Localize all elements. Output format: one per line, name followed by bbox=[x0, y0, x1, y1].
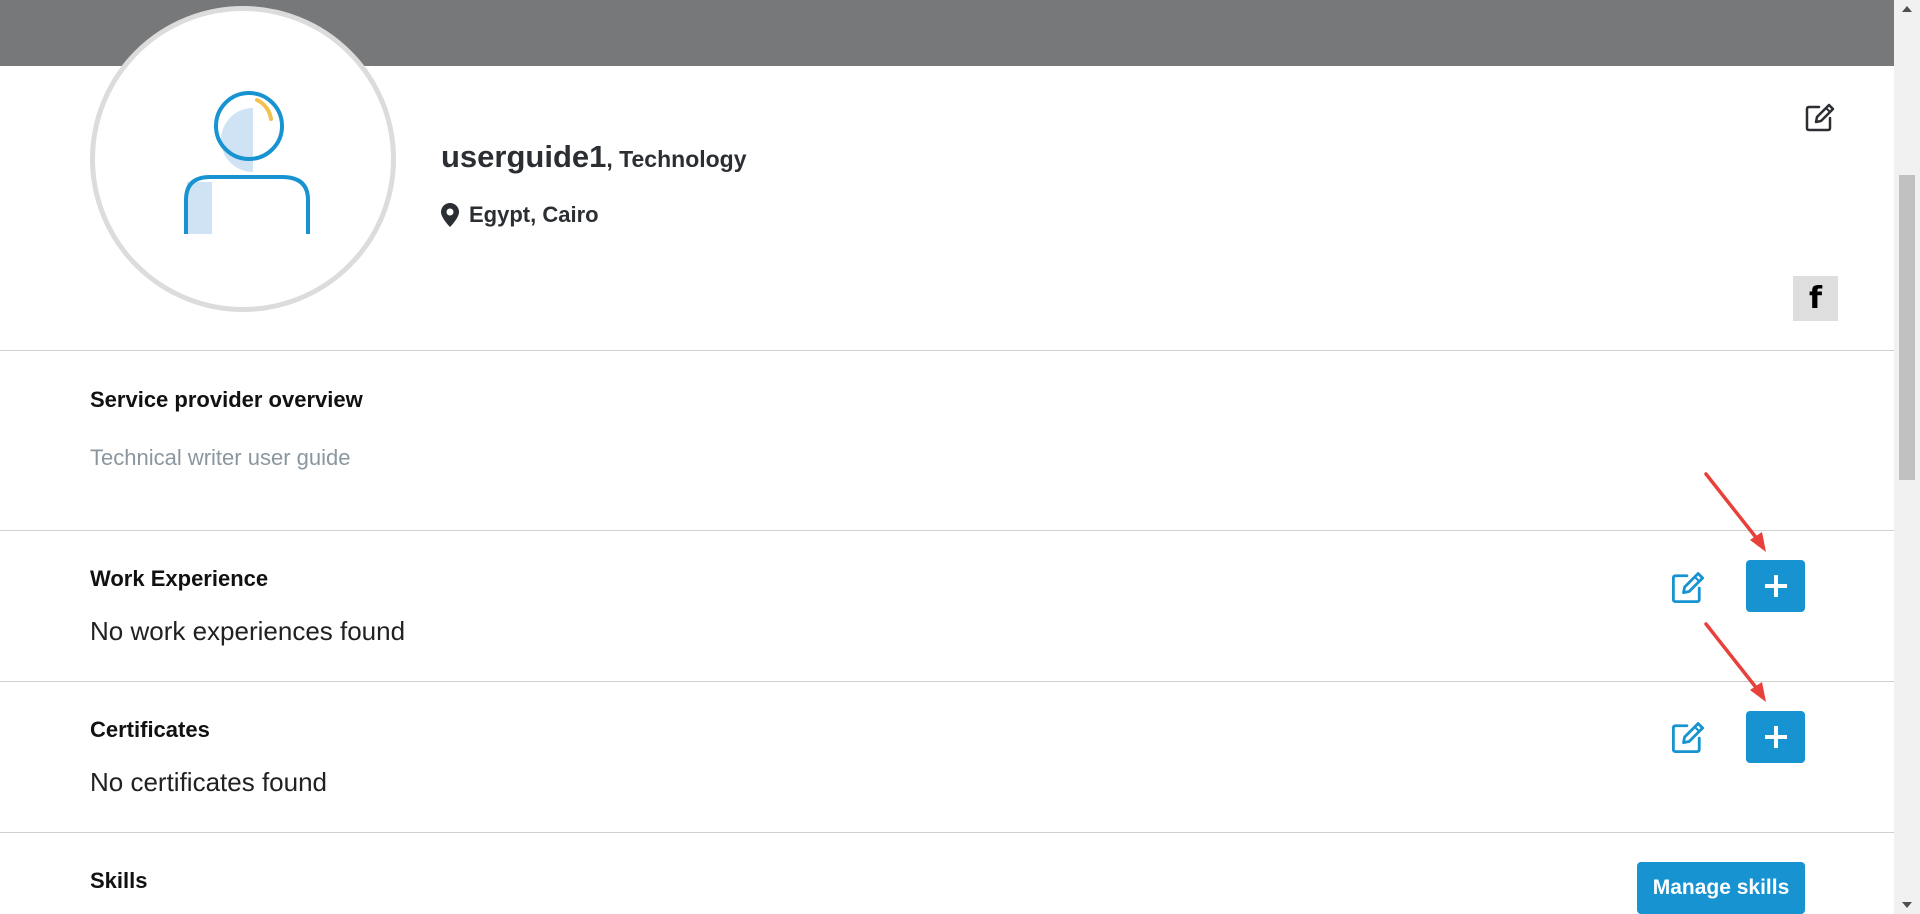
location: Egypt, Cairo bbox=[441, 202, 599, 228]
overview-text: Technical writer user guide bbox=[90, 445, 351, 470]
skills-title: Skills bbox=[90, 868, 148, 893]
profile-page: userguide1, Technology Egypt, Cairo f Se… bbox=[0, 0, 1894, 914]
certificates-empty-text: No certificates found bbox=[90, 767, 328, 797]
edit-profile-button[interactable] bbox=[1804, 101, 1836, 133]
add-certificate-button[interactable] bbox=[1746, 711, 1805, 763]
annotation-arrow bbox=[1704, 472, 1766, 552]
caret-down-icon bbox=[1902, 902, 1912, 908]
profile-heading: userguide1, Technology bbox=[441, 139, 747, 175]
edit-icon bbox=[1805, 103, 1835, 132]
caret-up-icon bbox=[1902, 6, 1912, 12]
scrollbar-thumb[interactable] bbox=[1899, 175, 1915, 480]
divider bbox=[0, 350, 1894, 351]
divider bbox=[0, 530, 1894, 531]
username: userguide1 bbox=[441, 139, 607, 174]
work-experience-empty-text: No work experiences found bbox=[90, 616, 406, 646]
facebook-icon: f bbox=[1808, 281, 1823, 316]
edit-icon bbox=[1671, 572, 1705, 604]
sector: , Technology bbox=[606, 146, 747, 172]
vertical-scrollbar[interactable] bbox=[1894, 0, 1920, 914]
user-placeholder-icon bbox=[184, 91, 310, 234]
add-work-experience-button[interactable] bbox=[1746, 560, 1805, 612]
edit-certificates-button[interactable] bbox=[1669, 718, 1707, 756]
edit-work-experience-button[interactable] bbox=[1669, 568, 1707, 606]
manage-skills-button[interactable]: Manage skills bbox=[1637, 862, 1805, 914]
scroll-up-button[interactable] bbox=[1894, 0, 1920, 18]
scroll-down-button[interactable] bbox=[1894, 896, 1920, 914]
divider bbox=[0, 832, 1894, 833]
work-experience-title: Work Experience bbox=[90, 566, 269, 591]
map-pin-icon bbox=[441, 203, 459, 227]
plus-icon bbox=[1764, 726, 1787, 748]
facebook-button[interactable]: f bbox=[1793, 276, 1838, 321]
annotation-arrow bbox=[1704, 622, 1766, 702]
location-text: Egypt, Cairo bbox=[469, 202, 599, 227]
divider bbox=[0, 681, 1894, 682]
plus-icon bbox=[1764, 575, 1787, 597]
certificates-title: Certificates bbox=[90, 717, 210, 742]
edit-icon bbox=[1671, 722, 1705, 754]
overview-title: Service provider overview bbox=[90, 387, 363, 412]
